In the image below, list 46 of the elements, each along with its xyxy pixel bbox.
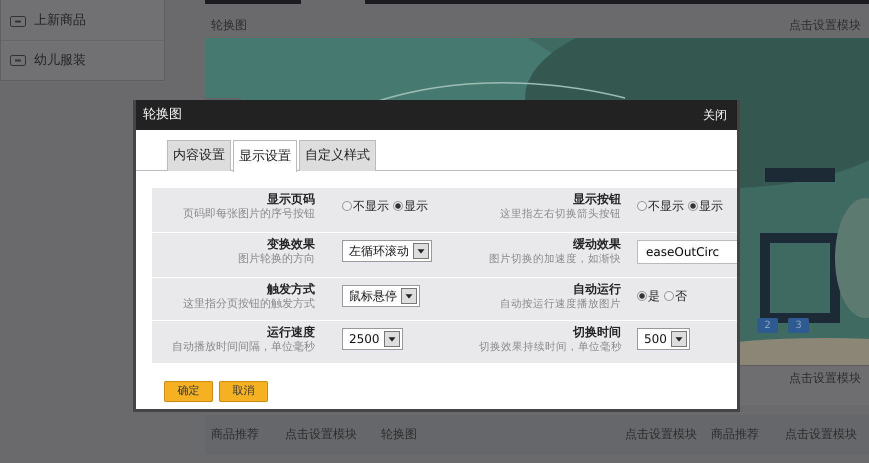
radio-button[interactable] [342, 201, 352, 211]
dialog-title: 轮换图 [143, 106, 182, 124]
close-link[interactable]: 关闭 [703, 106, 727, 124]
text-field[interactable]: easeOutCirc [637, 240, 737, 264]
radio-label: 不显示 [648, 198, 684, 215]
radio-label: 显示 [404, 198, 428, 215]
tab[interactable]: 自定义样式 [299, 140, 376, 171]
module-title: 轮换图 [381, 426, 417, 443]
select-field[interactable]: 左循环滚动 [342, 240, 432, 262]
radio-label: 不显示 [353, 198, 389, 215]
setting-label: 显示页码 [266, 192, 315, 206]
setting-hint: 这里指左右切换箭头按钮 [499, 207, 621, 222]
setting-hint: 自动按运行速度播放图片 [499, 297, 621, 312]
dialog-button[interactable]: 取消 [219, 381, 268, 402]
module-title: 商品推荐 [711, 426, 759, 443]
setting-hint: 这里指分页按钮的触发方式 [182, 296, 315, 312]
setting-label: 触发方式 [266, 282, 315, 296]
select-field[interactable]: 鼠标悬停 [342, 285, 420, 307]
setting-label: 自动运行 [572, 282, 621, 296]
setting-label: 切换时间 [572, 325, 621, 339]
tab[interactable]: 内容设置 [167, 140, 231, 171]
setting-hint: 页码即每张图片的序号按钮 [182, 206, 315, 222]
dialog-button[interactable]: 确定 [164, 381, 213, 402]
select-field[interactable]: 500 [637, 328, 690, 350]
setting-label: 缓动效果 [572, 237, 621, 251]
radio-button[interactable] [637, 291, 647, 301]
radio-button[interactable] [688, 201, 698, 211]
setting-hint: 图片轮换的方向 [237, 251, 315, 267]
setting-label: 运行速度 [266, 325, 315, 339]
setting-hint: 自动播放时间间隔，单位毫秒 [171, 339, 315, 355]
module-title: 商品推荐 [211, 426, 259, 443]
setting-hint: 图片切换的加速度，如渐快 [488, 252, 621, 267]
item-icon [10, 55, 26, 66]
radio-button[interactable] [637, 201, 647, 211]
item-icon [10, 16, 26, 26]
module-title: 轮换图 [211, 17, 247, 34]
select-field[interactable]: 2500 [342, 328, 403, 350]
radio-button[interactable] [664, 291, 674, 301]
radio-label: 是 [648, 288, 660, 305]
radio-button[interactable] [393, 201, 403, 211]
radio-label: 否 [675, 288, 687, 305]
setting-label: 显示按钮 [572, 192, 621, 206]
setting-hint: 切换效果持续时间，单位毫秒 [479, 340, 621, 355]
radio-label: 显示 [699, 198, 723, 215]
tab[interactable]: 显示设置 [233, 140, 297, 172]
setting-label: 变换效果 [266, 237, 315, 251]
